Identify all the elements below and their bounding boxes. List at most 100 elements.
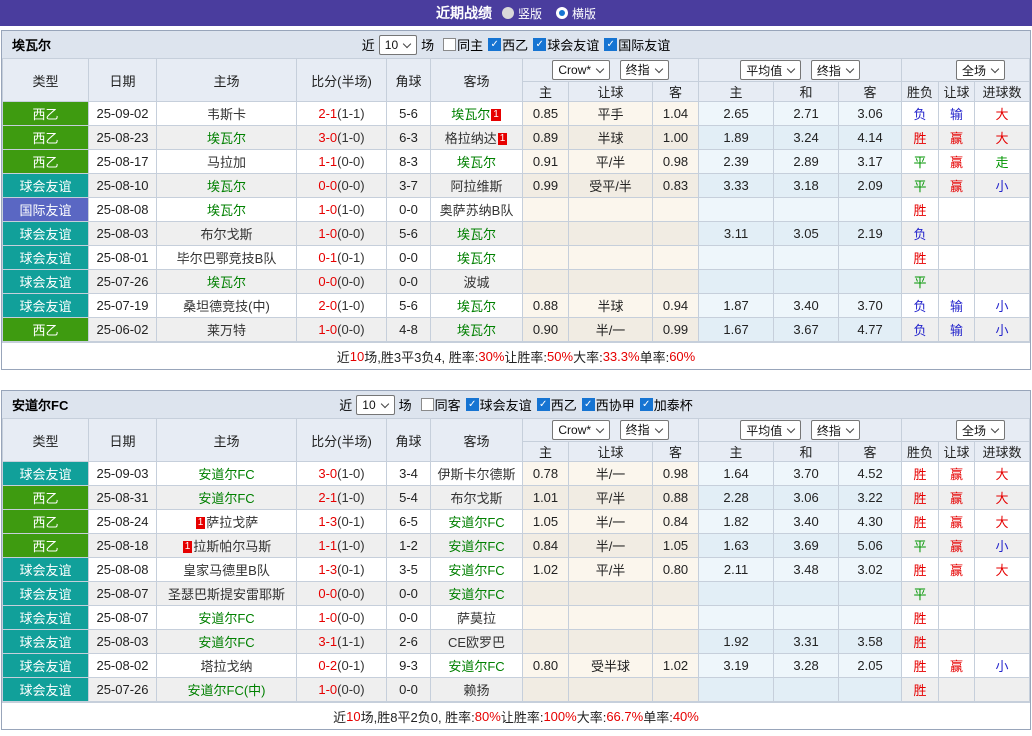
final-odds-select-2[interactable]: 终指 — [810, 420, 860, 440]
team-name-link[interactable]: 布尔戈斯 — [450, 491, 502, 506]
team-name-link[interactable]: 布尔戈斯 — [200, 227, 252, 242]
team-name-link[interactable]: 波城 — [463, 275, 489, 290]
result-text: 胜 — [913, 131, 927, 146]
team-name-link[interactable]: 奥萨苏纳B队 — [440, 203, 514, 218]
team-name-link[interactable]: 安道尔FC — [448, 539, 504, 554]
corner-score: 8-3 — [386, 149, 431, 174]
match-score: 0-0(0-0) — [296, 269, 387, 294]
team-name-link[interactable]: 伊斯卡尔德斯 — [437, 467, 515, 482]
europe-odds-value: 1.89 — [698, 125, 775, 150]
result-text: 负 — [913, 299, 927, 314]
team-name-link[interactable]: 塔拉戈纳 — [200, 659, 252, 674]
result-text: 胜 — [913, 467, 927, 482]
bookmaker-select[interactable]: Crow* — [552, 60, 611, 81]
team-name-link[interactable]: 埃瓦尔 — [207, 131, 246, 146]
team-name-link[interactable]: 安道尔FC — [198, 635, 254, 650]
team-name-link[interactable]: 埃瓦尔 — [457, 155, 496, 170]
result-text: 大 — [995, 563, 1009, 578]
team-name-link[interactable]: 埃瓦尔 — [207, 179, 246, 194]
radio-vertical-icon[interactable] — [501, 7, 514, 19]
team-name-link[interactable]: 安道尔FC — [198, 611, 254, 626]
result-goals: 大 — [974, 485, 1031, 510]
radio-horizontal[interactable]: 横版 — [556, 5, 596, 22]
team-name-link[interactable]: 埃瓦尔 — [207, 203, 246, 218]
bookmaker-select[interactable]: Crow* — [552, 420, 611, 441]
team-name-link[interactable]: 马拉加 — [207, 155, 246, 170]
team-name-link[interactable]: 埃瓦尔 — [457, 251, 496, 266]
team-name-link[interactable]: CE欧罗巴 — [448, 635, 505, 650]
team-name-link[interactable]: 埃瓦尔 — [207, 275, 246, 290]
team-name-link[interactable]: 莱万特 — [207, 323, 246, 338]
checkbox-icon[interactable]: ✓ — [604, 38, 618, 51]
filter-checkbox[interactable]: 同主 — [443, 35, 483, 54]
match-date: 25-06-02 — [88, 317, 157, 342]
filter-checkbox[interactable]: ✓ 球会友谊 — [533, 35, 599, 54]
away-team: 埃瓦尔 — [430, 221, 523, 246]
team-name-link[interactable]: 格拉纳达 — [445, 131, 497, 146]
radio-horizontal-icon[interactable] — [556, 7, 568, 19]
europe-odds-value: 3.70 — [838, 293, 903, 318]
handicap-odds-value: 0.99 — [522, 173, 569, 198]
checkbox-icon[interactable]: ✓ — [465, 398, 479, 411]
result-text: 平 — [913, 155, 927, 170]
team-name-link[interactable]: 萨莫拉 — [457, 611, 496, 626]
team-name-link[interactable]: 圣瑟巴斯提安雷耶斯 — [168, 587, 285, 602]
checkbox-icon[interactable]: ✓ — [581, 398, 595, 411]
team-name-link[interactable]: 安道尔FC — [448, 515, 504, 530]
team-name-link[interactable]: 安道尔FC — [448, 587, 504, 602]
match-count-select[interactable]: 10 — [378, 34, 418, 55]
result-text: 赢 — [950, 491, 964, 506]
team-name-link[interactable]: 拉斯帕尔马斯 — [193, 539, 271, 554]
corner-score: 6-5 — [386, 509, 431, 534]
checkbox-icon[interactable]: ✓ — [536, 398, 550, 411]
filter-checkbox[interactable]: ✓ 西乙 — [536, 395, 577, 414]
fulltime-select[interactable]: 全场 — [956, 420, 1006, 440]
checkbox-icon[interactable] — [420, 398, 434, 411]
team-name-link[interactable]: 埃瓦尔 — [451, 107, 490, 122]
team-name-link[interactable]: 安道尔FC — [198, 467, 254, 482]
match-count-select[interactable]: 10 — [356, 394, 395, 415]
home-team: 韦斯卡 — [156, 101, 297, 126]
team-name-link[interactable]: 皇家马德里B队 — [183, 563, 270, 578]
result-text: 负 — [913, 227, 927, 242]
team-name-link[interactable]: 安道尔FC — [198, 491, 254, 506]
match-date: 25-08-10 — [88, 173, 157, 198]
checkbox-icon[interactable]: ✓ — [488, 38, 502, 51]
team-name-link[interactable]: 桑坦德竞技(中) — [183, 299, 270, 314]
away-team: 埃瓦尔 — [430, 293, 523, 318]
section-header: 埃瓦尔 近 10 场 同主 ✓ 西乙 ✓ 球会友谊 ✓ 国际友谊 — [2, 31, 1030, 58]
checkbox-icon[interactable]: ✓ — [533, 38, 547, 51]
away-team: 伊斯卡尔德斯 — [430, 461, 523, 486]
radio-vertical[interactable]: 竖版 — [501, 5, 542, 22]
team-name-link[interactable]: 埃瓦尔 — [457, 299, 496, 314]
team-name-link[interactable]: 安道尔FC — [448, 563, 504, 578]
result-text: 大 — [995, 467, 1009, 482]
filter-checkbox[interactable]: ✓ 西乙 — [488, 35, 528, 54]
team-name-link[interactable]: 毕尔巴鄂竞技B队 — [177, 251, 277, 266]
fulltime-select[interactable]: 全场 — [956, 60, 1006, 80]
filter-checkbox[interactable]: ✓ 加泰杯 — [639, 395, 693, 414]
filter-checkbox[interactable]: ✓ 西协甲 — [581, 395, 635, 414]
team-name-link[interactable]: 赖扬 — [463, 683, 489, 698]
team-name-link[interactable]: 埃瓦尔 — [457, 227, 496, 242]
final-odds-select[interactable]: 终指 — [619, 59, 669, 80]
result-group: 全场 — [901, 58, 1031, 82]
final-odds-select[interactable]: 终指 — [619, 419, 669, 440]
team-name-link[interactable]: 阿拉维斯 — [450, 179, 502, 194]
handicap-odds-value: 0.94 — [651, 293, 700, 318]
filter-checkbox[interactable]: ✓ 国际友谊 — [604, 35, 670, 54]
team-name-link[interactable]: 安道尔FC(中) — [188, 683, 266, 698]
team-name-link[interactable]: 韦斯卡 — [207, 107, 246, 122]
average-select[interactable]: 平均值 — [740, 420, 802, 440]
europe-odds-value — [773, 197, 840, 222]
filter-checkbox[interactable]: ✓ 球会友谊 — [465, 395, 532, 414]
final-odds-select-2[interactable]: 终指 — [810, 60, 860, 80]
away-team: 格拉纳达 1 — [430, 125, 523, 150]
team-name-link[interactable]: 埃瓦尔 — [457, 323, 496, 338]
average-select[interactable]: 平均值 — [740, 60, 802, 80]
checkbox-icon[interactable]: ✓ — [639, 398, 653, 411]
team-name-link[interactable]: 萨拉戈萨 — [206, 515, 258, 530]
filter-checkbox[interactable]: 同客 — [420, 395, 461, 414]
checkbox-icon[interactable] — [443, 38, 457, 51]
team-name-link[interactable]: 安道尔FC — [448, 659, 504, 674]
